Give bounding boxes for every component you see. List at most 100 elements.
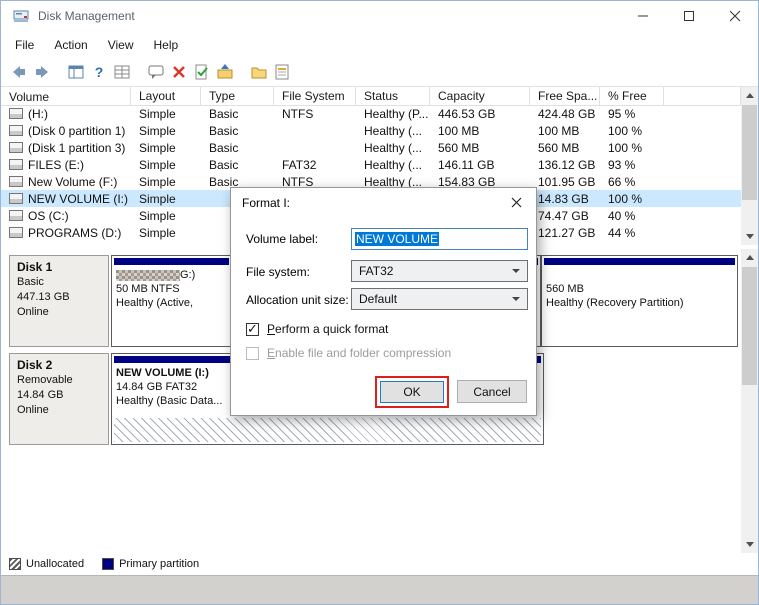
scroll-up-icon[interactable] <box>741 249 758 266</box>
menu-help[interactable]: Help <box>144 31 189 58</box>
scroll-up-icon[interactable] <box>741 87 758 104</box>
cell-layout: Simple <box>131 141 201 155</box>
quick-format-checkbox[interactable] <box>246 323 259 336</box>
drive-icon <box>9 210 23 221</box>
file-system-select[interactable]: FAT32 <box>351 260 528 282</box>
open-folder-button[interactable] <box>247 61 270 84</box>
primary-partition-stripe <box>114 258 229 265</box>
disk-1-info[interactable]: Disk 1 Basic 447.13 GB Online <box>9 255 109 347</box>
column-filler <box>664 87 741 105</box>
column-free-space[interactable]: Free Spa... <box>530 87 600 105</box>
scroll-down-icon[interactable] <box>741 228 758 245</box>
scroll-down-icon[interactable] <box>741 536 758 553</box>
compression-checkbox[interactable] <box>246 347 259 360</box>
file-system-value: FAT32 <box>359 264 393 278</box>
cell-free-space: 121.27 GB <box>530 226 600 240</box>
cell-status: Healthy (... <box>356 158 430 172</box>
forward-button[interactable] <box>30 61 53 84</box>
status-bubble-icon <box>147 63 165 81</box>
unallocated-swatch <box>9 558 21 570</box>
drive-icon <box>9 227 23 238</box>
ok-button[interactable]: OK <box>380 381 444 403</box>
disk-name: Disk 1 <box>17 260 101 275</box>
partition-status: Healthy (Active, <box>114 296 229 310</box>
column-capacity[interactable]: Capacity <box>430 87 530 105</box>
menu-action[interactable]: Action <box>44 31 97 58</box>
column-status[interactable]: Status <box>356 87 430 105</box>
partition-recovery[interactable]: 560 MB Healthy (Recovery Partition) <box>541 255 738 347</box>
volume-label-value: NEW VOLUME <box>355 232 439 246</box>
cell-type: Basic <box>201 124 274 138</box>
file-system-label: File system: <box>246 265 310 279</box>
column-type[interactable]: Type <box>201 87 274 105</box>
column-pct-free[interactable]: % Free <box>600 87 664 105</box>
forward-icon <box>33 63 51 81</box>
close-icon <box>511 197 522 208</box>
volume-up-button[interactable] <box>213 61 236 84</box>
column-volume[interactable]: Volume <box>1 87 131 105</box>
cell-layout: Simple <box>131 192 201 206</box>
menu-file[interactable]: File <box>5 31 44 58</box>
back-button[interactable] <box>7 61 30 84</box>
cell-layout: Simple <box>131 175 201 189</box>
cell-pct-free: 100 % <box>600 192 664 206</box>
help-icon: ? <box>90 63 108 81</box>
volume-row[interactable]: (H:) Simple Basic NTFS Healthy (P... 446… <box>1 105 741 122</box>
cell-volume: FILES (E:) <box>1 158 131 172</box>
scrollbar-thumb[interactable] <box>742 105 757 200</box>
cell-free-space: 560 MB <box>530 141 600 155</box>
volume-row[interactable]: FILES (E:) Simple Basic FAT32 Healthy (.… <box>1 156 741 173</box>
disk-status: Online <box>17 305 101 320</box>
partition-system[interactable]: G:) 50 MB NTFS Healthy (Active, <box>111 255 232 347</box>
action-pane-button[interactable] <box>110 61 133 84</box>
cell-file-system: NTFS <box>274 107 356 121</box>
cell-type: Basic <box>201 141 274 155</box>
delete-volume-button[interactable] <box>167 61 190 84</box>
drive-icon <box>9 159 23 170</box>
partition-size: 560 MB <box>544 282 735 296</box>
back-icon <box>10 63 28 81</box>
maximize-icon <box>683 10 695 22</box>
cell-volume: (Disk 1 partition 3) <box>1 141 131 155</box>
cancel-button[interactable]: Cancel <box>457 380 527 403</box>
column-layout[interactable]: Layout <box>131 87 201 105</box>
volume-row[interactable]: (Disk 0 partition 1) Simple Basic Health… <box>1 122 741 139</box>
status-button[interactable] <box>144 61 167 84</box>
disk-pane-scrollbar[interactable] <box>741 249 758 553</box>
cell-type: Basic <box>201 158 274 172</box>
disk-2-info[interactable]: Disk 2 Removable 14.84 GB Online <box>9 353 109 445</box>
svg-text:?: ? <box>94 64 103 80</box>
minimize-icon <box>637 10 649 22</box>
scrollbar-thumb[interactable] <box>742 267 757 385</box>
drive-icon <box>9 125 23 136</box>
help-button[interactable]: ? <box>87 61 110 84</box>
column-file-system[interactable]: File System <box>274 87 356 105</box>
properties-button[interactable] <box>270 61 293 84</box>
close-button[interactable] <box>712 1 758 31</box>
volume-row[interactable]: (Disk 1 partition 3) Simple Basic Health… <box>1 139 741 156</box>
cell-pct-free: 44 % <box>600 226 664 240</box>
delete-volume-icon <box>170 63 188 81</box>
window-controls <box>620 1 758 31</box>
dialog-title: Format I: <box>242 196 290 210</box>
volume-label-input[interactable]: NEW VOLUME <box>351 228 528 250</box>
cell-pct-free: 66 % <box>600 175 664 189</box>
allocation-unit-select[interactable]: Default <box>351 288 528 310</box>
cell-free-space: 136.12 GB <box>530 158 600 172</box>
titlebar: Disk Management <box>1 1 758 31</box>
cell-layout: Simple <box>131 107 201 121</box>
cell-volume: OS (C:) <box>1 209 131 223</box>
maximize-button[interactable] <box>666 1 712 31</box>
console-tree-button[interactable] <box>64 61 87 84</box>
disk-size: 447.13 GB <box>17 290 101 305</box>
check-document-button[interactable] <box>190 61 213 84</box>
minimize-button[interactable] <box>620 1 666 31</box>
volume-list-scrollbar[interactable] <box>741 87 758 245</box>
cell-volume: (Disk 0 partition 1) <box>1 124 131 138</box>
cell-layout: Simple <box>131 124 201 138</box>
chevron-down-icon <box>512 269 520 273</box>
menu-view[interactable]: View <box>98 31 144 58</box>
dialog-close-button[interactable] <box>496 188 536 216</box>
cell-file-system: FAT32 <box>274 158 356 172</box>
drive-icon <box>9 108 23 119</box>
